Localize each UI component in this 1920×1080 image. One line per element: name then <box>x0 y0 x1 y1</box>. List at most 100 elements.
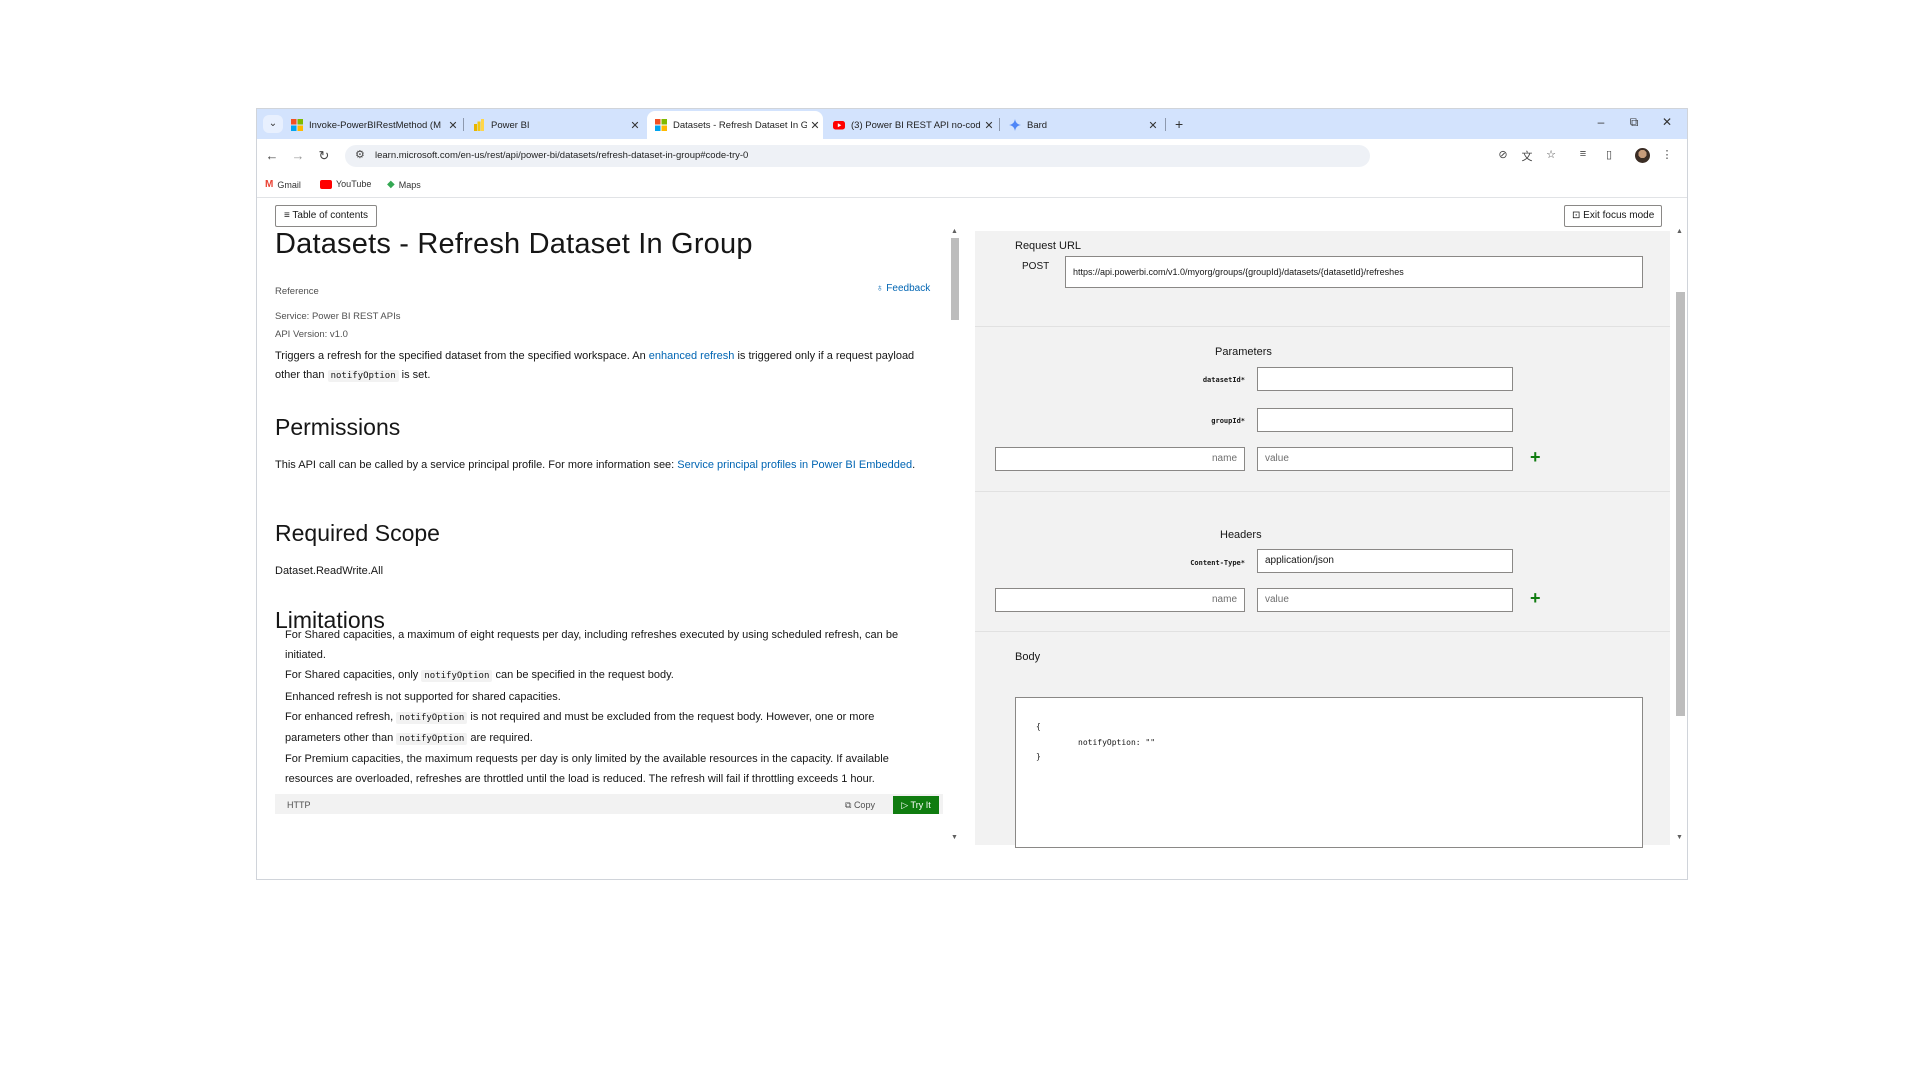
avatar[interactable] <box>1635 148 1650 163</box>
scroll-down-icon[interactable]: ▼ <box>951 834 958 841</box>
tab-power-bi[interactable]: Power BI ✕ <box>465 111 643 139</box>
youtube-icon <box>320 179 332 189</box>
add-header-icon[interactable]: + <box>1530 588 1541 609</box>
add-parameter-icon[interactable]: + <box>1530 447 1541 468</box>
bookmark-label: Maps <box>398 179 421 190</box>
service-label: Service: Power BI REST APIs <box>275 311 401 322</box>
list-item: For Shared capacities, only notifyOption… <box>285 666 925 687</box>
reload-icon[interactable]: ↻ <box>315 148 333 164</box>
copy-button[interactable]: ⧉ Copy <box>845 800 875 811</box>
scroll-down-icon[interactable]: ▼ <box>1676 834 1683 841</box>
scrollbar-thumb[interactable] <box>1676 292 1685 716</box>
close-tab-icon[interactable]: ✕ <box>445 119 461 132</box>
close-tab-icon[interactable]: ✕ <box>807 119 823 132</box>
scroll-up-icon[interactable]: ▲ <box>1676 228 1683 235</box>
powerbi-icon <box>474 119 484 131</box>
tab-youtube-video[interactable]: (3) Power BI REST API no-code ✕ <box>825 111 997 139</box>
youtube-icon <box>833 121 845 130</box>
site-info-icon[interactable]: ⚙ <box>355 148 365 161</box>
code-language-label: HTTP <box>287 800 311 810</box>
code-block-header: HTTP ⧉ Copy ▷ Try It <box>275 794 943 814</box>
menu-icon[interactable]: ⋮ <box>1659 148 1675 161</box>
content-type-input[interactable]: application/json <box>1257 549 1513 573</box>
tab-title: Datasets - Refresh Dataset In G <box>673 119 807 131</box>
tab-title: Invoke-PowerBIRestMethod (M <box>309 119 441 131</box>
tab-invoke-powerbirestmethod[interactable]: Invoke-PowerBIRestMethod (M ✕ <box>283 111 461 139</box>
header-value-input[interactable]: value <box>1257 588 1513 612</box>
feedback-link[interactable]: ♁ Feedback <box>876 283 930 294</box>
bookmark-label: Gmail <box>277 179 301 190</box>
bookmark-maps[interactable]: ◆ Maps <box>387 179 421 190</box>
side-panel-icon[interactable]: ▯ <box>1601 148 1617 161</box>
list-text: can be specified in the request body. <box>492 669 674 681</box>
close-window-icon[interactable]: ✕ <box>1657 115 1677 129</box>
service-principal-link[interactable]: Service principal profiles in Power BI E… <box>677 459 912 471</box>
list-item: For Premium capacities, the maximum requ… <box>285 753 889 785</box>
bookmark-label: YouTube <box>336 179 372 189</box>
close-tab-icon[interactable]: ✕ <box>981 119 997 132</box>
header-name-input[interactable]: name <box>995 588 1245 612</box>
microsoft-icon <box>291 119 303 131</box>
restore-icon[interactable]: ⧉ <box>1624 115 1644 130</box>
thumb-icon: ♁ <box>876 283 884 294</box>
address-url: learn.microsoft.com/en-us/rest/api/power… <box>375 150 749 161</box>
scrollbar-thumb[interactable] <box>951 238 959 320</box>
close-tab-icon[interactable]: ✕ <box>1145 119 1161 132</box>
tab-strip: ⌄ Invoke-PowerBIRestMethod (M ✕ Power BI… <box>257 109 1687 139</box>
param-value-input[interactable]: value <box>1257 447 1513 471</box>
parameters-heading: Parameters <box>1215 346 1272 358</box>
browser-toolbar: ← → ↻ ⚙ learn.microsoft.com/en-us/rest/a… <box>257 139 1687 173</box>
scope-text: Dataset.ReadWrite.All <box>275 565 384 577</box>
inline-code: notifyOption <box>396 712 468 724</box>
param-name-input[interactable]: name <box>995 447 1245 471</box>
forward-icon[interactable]: → <box>289 148 307 163</box>
minimize-icon[interactable]: – <box>1591 115 1611 129</box>
bard-icon <box>1009 119 1021 131</box>
required-scope-heading: Required Scope <box>275 520 440 546</box>
datasetid-input[interactable] <box>1257 367 1513 391</box>
list-text: For Shared capacities, only <box>285 669 422 681</box>
limitations-list: For Shared capacities, a maximum of eigh… <box>285 626 925 790</box>
address-bar[interactable]: ⚙ learn.microsoft.com/en-us/rest/api/pow… <box>345 145 1370 167</box>
body-brace-open: { <box>1036 722 1041 731</box>
inline-code: notifyOption <box>396 732 468 745</box>
no-camera-icon[interactable]: ⊘ <box>1495 148 1511 161</box>
close-tab-icon[interactable]: ✕ <box>627 119 643 132</box>
tab-datasets-refresh[interactable]: Datasets - Refresh Dataset In G ✕ <box>647 111 823 139</box>
tab-title: (3) Power BI REST API no-code <box>851 119 981 131</box>
param-label-datasetid: datasetId* <box>1202 376 1245 384</box>
bookmark-gmail[interactable]: M Gmail <box>265 179 301 190</box>
request-url-label: Request URL <box>1015 240 1082 252</box>
enhanced-refresh-link[interactable]: enhanced refresh <box>649 350 735 362</box>
request-url-field[interactable]: https://api.powerbi.com/v1.0/myorg/group… <box>1065 256 1643 288</box>
table-of-contents-button[interactable]: ≡ Table of contents <box>275 205 378 227</box>
permissions-text: . <box>912 459 916 471</box>
microsoft-icon <box>655 119 667 131</box>
reference-label: Reference <box>275 286 319 297</box>
request-body-editor[interactable]: { notifyOption: "" } <box>1015 697 1643 848</box>
body-brace-close: } <box>1036 752 1041 761</box>
exit-focus-mode-button[interactable]: ⊡ Exit focus mode <box>1564 205 1663 227</box>
groupid-input[interactable] <box>1257 408 1513 432</box>
reading-list-icon[interactable]: ≡ <box>1575 148 1591 160</box>
try-it-button[interactable]: ▷ Try It <box>893 796 939 814</box>
bookmark-youtube[interactable]: YouTube <box>320 179 371 189</box>
back-icon[interactable]: ← <box>263 148 281 163</box>
api-version-label: API Version: v1.0 <box>275 329 348 340</box>
header-label-content-type: Content-Type* <box>1190 559 1245 567</box>
tab-search-button[interactable]: ⌄ <box>263 115 283 133</box>
star-icon[interactable]: ☆ <box>1543 148 1559 161</box>
headers-heading: Headers <box>1220 529 1262 541</box>
tab-bard[interactable]: Bard ✕ <box>1001 111 1161 139</box>
translate-icon[interactable]: 文 <box>1519 148 1535 164</box>
new-tab-icon[interactable]: + <box>1175 116 1183 132</box>
scroll-up-icon[interactable]: ▲ <box>951 228 958 235</box>
permissions-heading: Permissions <box>275 414 401 440</box>
copy-label: Copy <box>853 800 875 810</box>
left-scrollbar[interactable]: ▲ ▼ <box>950 228 960 844</box>
right-scrollbar[interactable]: ▲ ▼ <box>1673 228 1687 844</box>
intro-text: Triggers a refresh for the specified dat… <box>275 350 649 362</box>
maps-icon: ◆ <box>387 179 395 190</box>
tab-separator <box>1165 118 1166 131</box>
inline-code: notifyOption <box>421 670 493 682</box>
